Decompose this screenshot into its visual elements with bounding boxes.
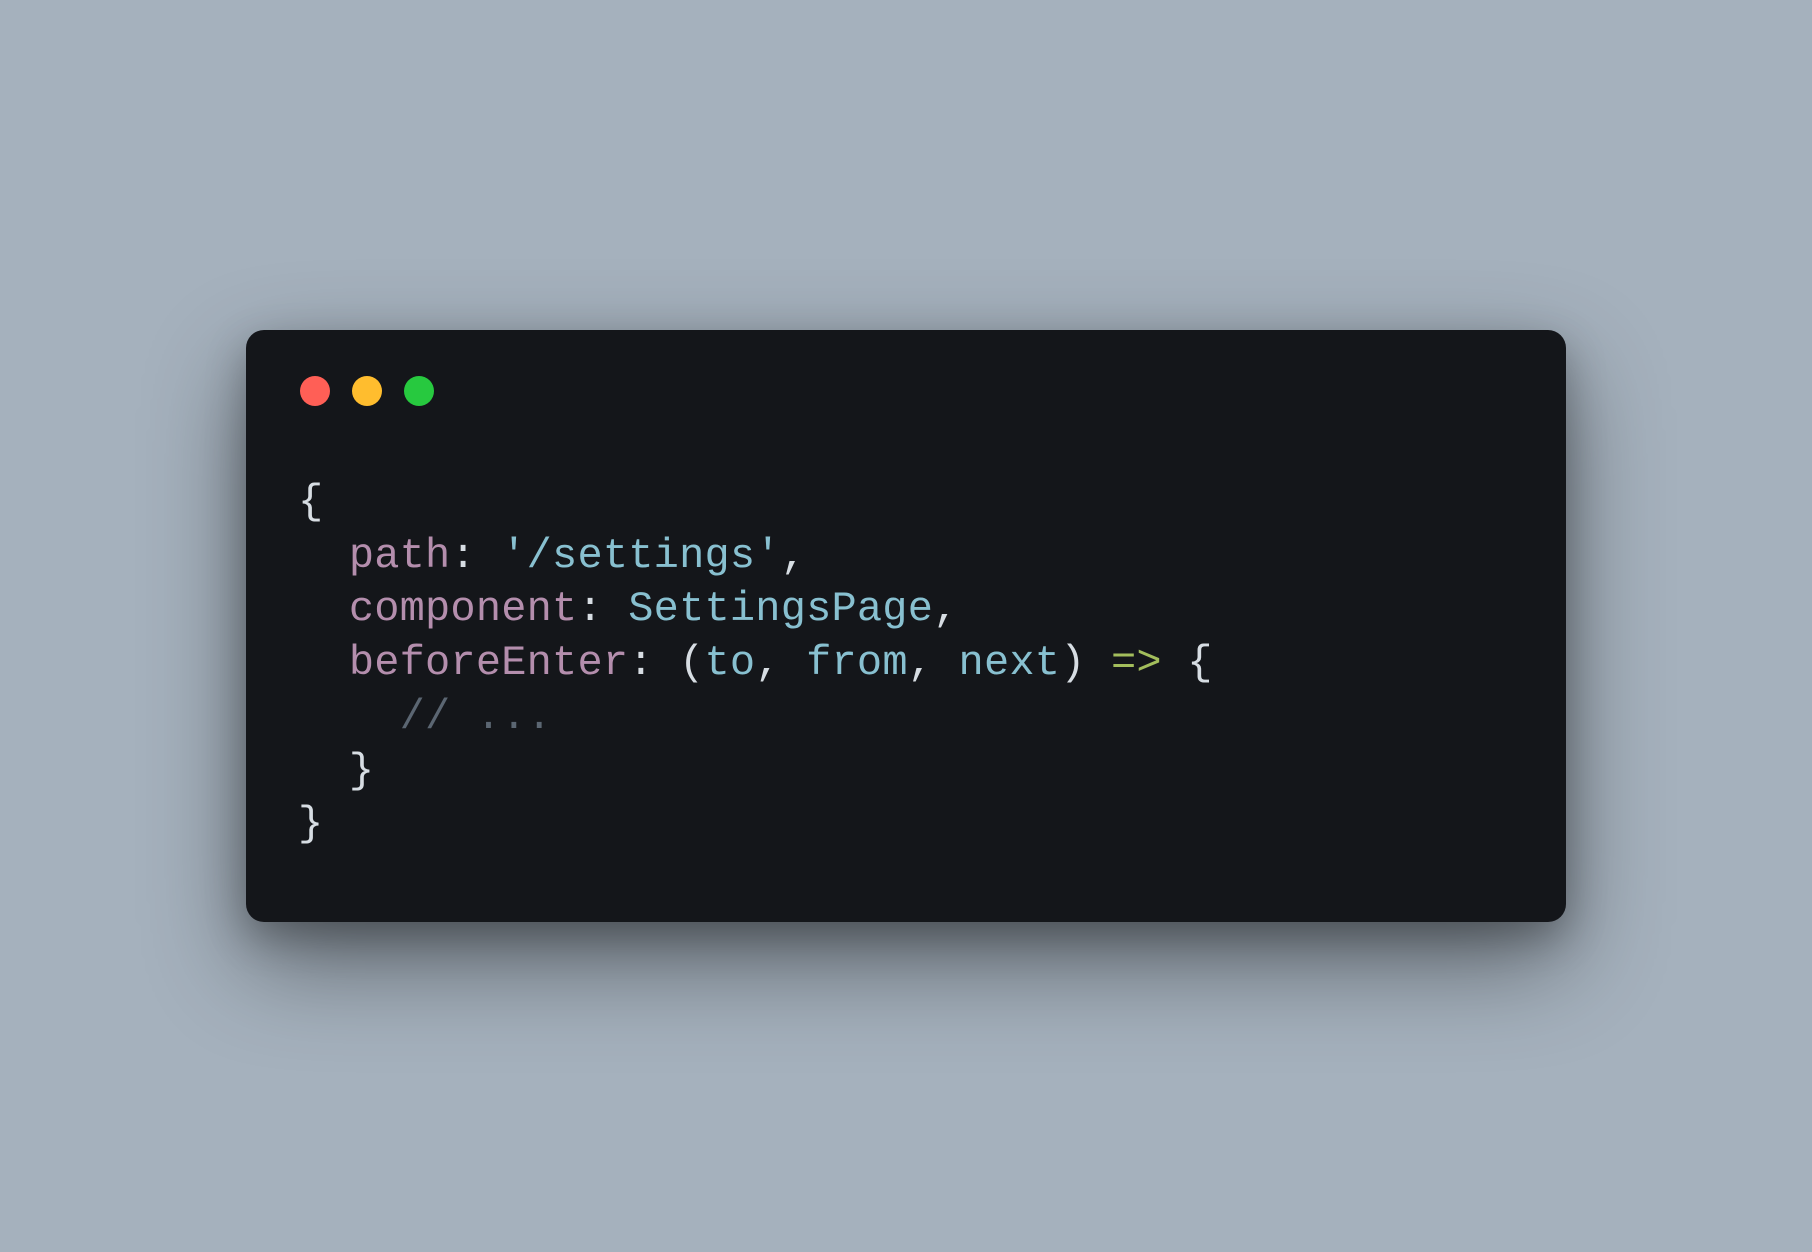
indent <box>298 693 400 741</box>
identifier-component-value: SettingsPage <box>628 585 933 633</box>
key-component: component <box>349 585 578 633</box>
comment: // ... <box>400 693 552 741</box>
comma: , <box>908 639 959 687</box>
key-before-enter: beforeEnter <box>349 639 628 687</box>
colon: : <box>577 585 628 633</box>
comma: , <box>755 639 806 687</box>
comma: , <box>781 532 806 580</box>
key-path: path <box>349 532 451 580</box>
minimize-icon[interactable] <box>352 376 382 406</box>
code-block: { path: '/settings', component: Settings… <box>298 476 1514 852</box>
brace-open: { <box>1187 639 1212 687</box>
space <box>1086 639 1111 687</box>
indent <box>298 585 349 633</box>
param-to: to <box>704 639 755 687</box>
brace-close: } <box>349 747 374 795</box>
colon: : <box>450 532 501 580</box>
indent <box>298 747 349 795</box>
arrow-operator: => <box>1111 639 1162 687</box>
brace-close: } <box>298 800 323 848</box>
indent <box>298 639 349 687</box>
brace-open: { <box>298 478 323 526</box>
string-path-value: '/settings' <box>501 532 780 580</box>
window-titlebar <box>298 370 1514 406</box>
space <box>1162 639 1187 687</box>
indent <box>298 532 349 580</box>
code-window: { path: '/settings', component: Settings… <box>246 330 1566 922</box>
param-from: from <box>806 639 908 687</box>
paren-close: ) <box>1060 639 1085 687</box>
colon: : <box>628 639 679 687</box>
comma: , <box>933 585 958 633</box>
paren-open: ( <box>679 639 704 687</box>
maximize-icon[interactable] <box>404 376 434 406</box>
close-icon[interactable] <box>300 376 330 406</box>
param-next: next <box>959 639 1061 687</box>
